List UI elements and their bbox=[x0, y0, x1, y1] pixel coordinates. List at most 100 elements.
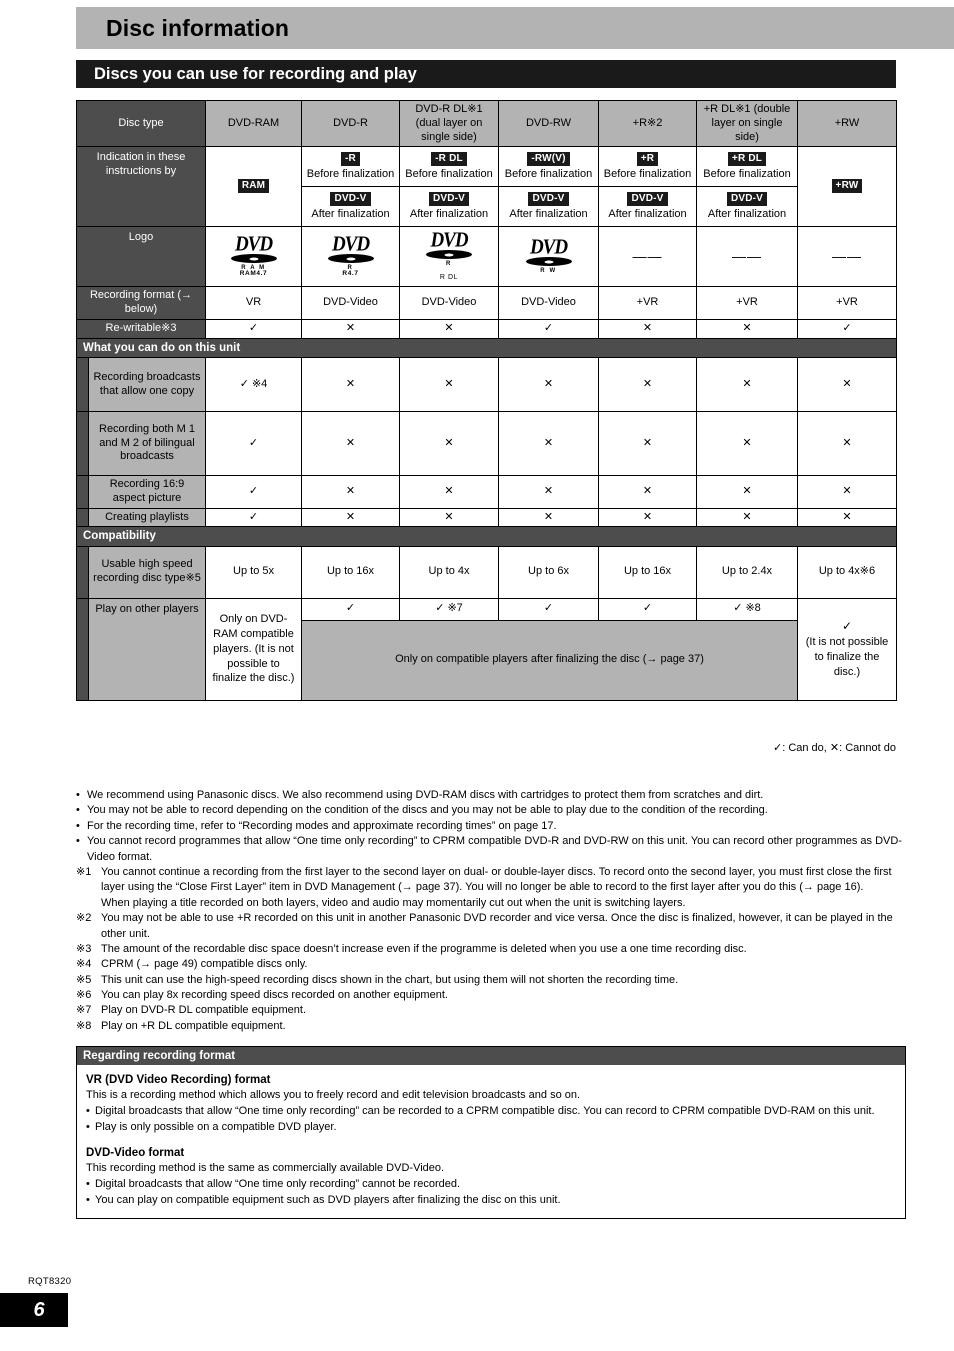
dvd-video-format-heading: DVD-Video format bbox=[86, 1147, 185, 1160]
chip-dvd-v: DVD-V bbox=[528, 192, 569, 207]
note-text: Play on DVD-R DL compatible equipment. bbox=[101, 1004, 307, 1017]
note-numbered: ※3 The amount of the recordable disc spa… bbox=[76, 942, 906, 957]
play-other-mark-dvd-rw: ✓ bbox=[498, 597, 599, 621]
dvd-video-bullet: • You can play on compatible equipment s… bbox=[86, 1193, 896, 1209]
logo-dvd-ram: DVD R A M RAM4.7 bbox=[205, 226, 302, 288]
band-label-what-you-can-do: What you can do on this unit bbox=[76, 337, 897, 359]
chip-r: -R bbox=[341, 152, 360, 167]
indication-plus-r-dl: +R DL Before finalization DVD-V After fi… bbox=[696, 146, 798, 228]
rewritable-plus-r-dl: ✕ bbox=[696, 318, 798, 339]
table-row-indication: Indication in these instructions by RAM … bbox=[76, 146, 897, 228]
indication-before-text: Before finalization bbox=[703, 168, 791, 181]
indication-after-text: After finalization bbox=[707, 208, 787, 221]
recfmt-plus-r: +VR bbox=[598, 286, 697, 320]
rec-bilingual-dvd-r: ✕ bbox=[301, 411, 400, 477]
chip-plus-rw: +RW bbox=[831, 179, 863, 194]
vr-bullet-text: Digital broadcasts that allow “One time … bbox=[95, 1104, 875, 1117]
note-text: You may not be able to record depending … bbox=[87, 804, 768, 817]
rec-169-plus-rw: ✕ bbox=[797, 475, 897, 509]
bullet-icon: • bbox=[86, 1178, 90, 1191]
bullet-icon: • bbox=[86, 1104, 90, 1117]
table-row-rewritable: Re-writable※3 ✓ ✕ ✕ ✓ ✕ ✕ ✓ bbox=[76, 318, 897, 339]
rec-one-copy-plus-rw: ✕ bbox=[797, 357, 897, 413]
bullet-icon: • bbox=[76, 789, 80, 801]
rec-one-copy-plus-r-dl: ✕ bbox=[696, 357, 798, 413]
notes-list: • We recommend using Panasonic discs. We… bbox=[76, 788, 906, 1034]
dv-bullet-text: You can play on compatible equipment suc… bbox=[95, 1193, 561, 1206]
dv-bullet-text: Digital broadcasts that allow “One time … bbox=[95, 1178, 461, 1191]
recfmt-plus-rw: +VR bbox=[797, 286, 897, 320]
section-title: Discs you can use for recording and play bbox=[94, 64, 417, 83]
note-text: You can play 8x recording speed discs re… bbox=[101, 989, 448, 1002]
indication-dvd-r-dl: -R DL Before finalization DVD-V After fi… bbox=[399, 146, 499, 228]
chip-ram: RAM bbox=[237, 179, 270, 194]
play-other-mark-dvd-r-dl: ✓ ※7 bbox=[399, 597, 499, 621]
bullet-icon: • bbox=[86, 1193, 90, 1206]
logo-sub3: R DL bbox=[439, 274, 459, 282]
highspeed-plus-r-dl: Up to 2.4x bbox=[696, 545, 798, 599]
recfmt-dvd-rw: DVD-Video bbox=[498, 286, 599, 320]
dvd-rw-logo-icon: DVD R W bbox=[525, 237, 572, 275]
indent-spacer bbox=[76, 411, 89, 477]
logo-plus-rw: —— bbox=[797, 226, 897, 288]
indication-dvd-ram: RAM bbox=[205, 146, 302, 228]
bullet-icon: • bbox=[76, 835, 80, 848]
dvd-video-bullet: • Digital broadcasts that allow “One tim… bbox=[86, 1177, 896, 1193]
logo-word: DVD bbox=[331, 232, 370, 257]
regarding-recording-format-box: Regarding recording format VR (DVD Video… bbox=[76, 1046, 906, 1220]
chip-dvd-v: DVD-V bbox=[330, 192, 371, 207]
play-other-plus-rw-mark: ✓ bbox=[841, 619, 853, 634]
note-number: ※7 bbox=[76, 1004, 92, 1017]
note-numbered: ※5 This unit can use the high-speed reco… bbox=[76, 973, 906, 988]
note-number: ※3 bbox=[76, 942, 92, 955]
bullet-icon: • bbox=[86, 1120, 90, 1133]
rec-bilingual-dvd-r-dl: ✕ bbox=[399, 411, 499, 477]
playlists-dvd-r: ✕ bbox=[301, 507, 400, 528]
playlists-plus-r-dl: ✕ bbox=[696, 507, 798, 528]
page-title-bar: Disc information bbox=[76, 7, 954, 49]
colhdr-plus-rw: +RW bbox=[797, 99, 897, 148]
rowlabel-logo: Logo bbox=[76, 226, 206, 288]
rec-one-copy-plus-r: ✕ bbox=[598, 357, 697, 413]
no-logo-dash: —— bbox=[732, 248, 762, 265]
note-bullet: • We recommend using Panasonic discs. We… bbox=[76, 788, 906, 803]
indication-after-text: After finalization bbox=[509, 208, 588, 221]
table-row-disc-type: Disc type DVD-RAM DVD-R DVD-R DL※1 (dual… bbox=[76, 99, 897, 148]
rowlabel-rec-bilingual: Recording both M 1 and M 2 of bilingual … bbox=[88, 411, 206, 477]
chip-dvd-v: DVD-V bbox=[726, 192, 768, 207]
play-other-mark-plus-r-dl: ✓ ※8 bbox=[696, 597, 798, 621]
note-text: CPRM (→ page 49) compatible discs only. bbox=[101, 958, 308, 971]
playlists-plus-rw: ✕ bbox=[797, 507, 897, 528]
disc-shape-icon bbox=[230, 254, 277, 264]
rec-bilingual-plus-rw: ✕ bbox=[797, 411, 897, 477]
recfmt-plus-r-dl: +VR bbox=[696, 286, 798, 320]
indent-spacer bbox=[76, 507, 89, 528]
note-text: When playing a title recorded on both la… bbox=[101, 896, 686, 909]
bullet-icon: • bbox=[76, 819, 80, 832]
note-bullet: • You may not be able to record dependin… bbox=[76, 803, 906, 818]
vr-format-bullet: • Play is only possible on a compatible … bbox=[86, 1120, 896, 1136]
logo-sub1: R W bbox=[540, 268, 557, 275]
rewritable-plus-r: ✕ bbox=[598, 318, 697, 339]
format-box-title: Regarding recording format bbox=[77, 1047, 905, 1065]
rec-one-copy-dvd-r: ✕ bbox=[301, 357, 400, 413]
chip-r-dl: -R DL bbox=[431, 152, 467, 167]
page-title: Disc information bbox=[106, 14, 290, 41]
note-numbered: ※2 You may not be able to use +R recorde… bbox=[76, 911, 906, 942]
note-number: ※1 bbox=[76, 865, 92, 878]
recfmt-dvd-ram: VR bbox=[205, 286, 302, 320]
rec-bilingual-plus-r: ✕ bbox=[598, 411, 697, 477]
chip-plus-r-dl: +R DL bbox=[727, 152, 767, 167]
note-number: ※5 bbox=[76, 973, 92, 986]
highspeed-dvd-ram: Up to 5x bbox=[205, 545, 302, 599]
logo-dvd-rw: DVD R W bbox=[498, 226, 599, 288]
note-numbered: ※4 CPRM (→ page 49) compatible discs onl… bbox=[76, 957, 906, 972]
table-row-rec-169: Recording 16:9 aspect picture ✓ ✕ ✕ ✕ ✕ … bbox=[76, 475, 897, 509]
rec-169-plus-r: ✕ bbox=[598, 475, 697, 509]
chip-dvd-v: DVD-V bbox=[428, 192, 470, 207]
rowlabel-rec-169: Recording 16:9 aspect picture bbox=[88, 475, 206, 509]
rewritable-dvd-ram: ✓ bbox=[205, 318, 302, 339]
highspeed-dvd-r: Up to 16x bbox=[301, 545, 400, 599]
indent-spacer bbox=[76, 597, 89, 701]
note-numbered-cont: When playing a title recorded on both la… bbox=[76, 896, 906, 911]
